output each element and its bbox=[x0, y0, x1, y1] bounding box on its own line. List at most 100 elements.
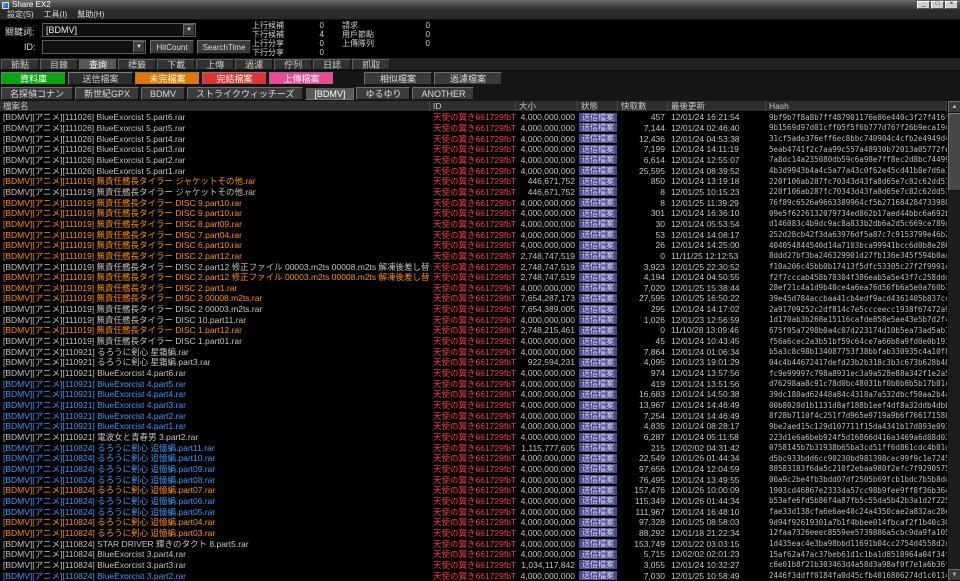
filter-button-upload[interactable]: 上傳檔案 bbox=[269, 72, 334, 85]
table-row[interactable]: [BDMV][アニメ][110824] るろうに剣心 追憶編.part04.ra… bbox=[0, 517, 947, 528]
vertical-scrollbar[interactable]: ▲ ▼ bbox=[947, 101, 960, 581]
filter-button-database[interactable]: 資料庫 bbox=[1, 72, 66, 85]
column-header-cache[interactable]: 快取數 bbox=[618, 101, 668, 111]
main-tab-catalog[interactable]: 目錄 bbox=[40, 59, 78, 70]
updated-cell: 12/01/24 14:46:49 bbox=[668, 411, 766, 421]
maximize-button[interactable]: □ bbox=[931, 1, 944, 9]
chevron-down-icon[interactable]: ▼ bbox=[133, 41, 145, 53]
table-row[interactable]: [BDMV][アニメ][111019] 無責任艦長タイラー DISC 2.par… bbox=[0, 251, 947, 262]
table-row[interactable]: [BDMV][アニメ][111019] 無責任艦長タイラー DISC 2.par… bbox=[0, 283, 947, 294]
query-tab-3[interactable]: ストライクウィッチーズ bbox=[187, 87, 303, 100]
table-row[interactable]: [BDMV][アニメ][110824] るろうに剣心 追憶編.part10.ra… bbox=[0, 453, 947, 464]
column-header-size[interactable]: 大小 bbox=[516, 101, 578, 111]
table-row[interactable]: [BDMV][アニメ][110824] STAR DRIVER 輝きのタクト 8… bbox=[0, 538, 947, 549]
main-tab-node[interactable]: 節點 bbox=[1, 59, 39, 70]
column-header-updated[interactable]: 最後更新 bbox=[668, 101, 766, 111]
keyword-combobox[interactable]: [BDMV] ▼ bbox=[42, 23, 196, 37]
cache-count-cell: 7,144 bbox=[618, 123, 668, 133]
main-tab-query[interactable]: 查詢 bbox=[79, 59, 117, 70]
table-row[interactable]: [BDMV][アニメ][110921] BlueExorcist 4.part3… bbox=[0, 400, 947, 411]
table-row[interactable]: [BDMV][アニメ][111026] BlueExorcist 5.part1… bbox=[0, 165, 947, 176]
table-row[interactable]: [BDMV][アニメ][111019] 無責任艦長タイラー ジャケットその他.r… bbox=[0, 176, 947, 187]
table-row[interactable]: [BDMV][アニメ][111019] 無責任艦長タイラー DISC 9.par… bbox=[0, 208, 947, 219]
table-row[interactable]: [BDMV][アニメ][110824] BlueExorcist 3.part3… bbox=[0, 560, 947, 571]
table-row[interactable]: [BDMV][アニメ][110921] るろうに剣心 星霜編.rar天使の翼き6… bbox=[0, 346, 947, 357]
similar-files-button[interactable]: 相似檔案 bbox=[364, 72, 432, 85]
table-row[interactable]: [BDMV][アニメ][110921] BlueExorcist 4.part2… bbox=[0, 410, 947, 421]
cache-count-cell: 26 bbox=[618, 240, 668, 250]
filter-button-complete[interactable]: 完結檔案 bbox=[202, 72, 267, 85]
hash-cell: 1d170ab3b268e15116cafde858e5ae43e5b7d2f4 bbox=[766, 315, 947, 324]
status-cell: 送信檔案 bbox=[578, 454, 618, 463]
table-row[interactable]: [BDMV][アニメ][110824] BlueExorcist 3.part4… bbox=[0, 549, 947, 560]
column-header-id[interactable]: ID bbox=[430, 101, 516, 111]
table-row[interactable]: [BDMV][アニメ][111019] 無責任艦長タイラー DISC 6.par… bbox=[0, 240, 947, 251]
scrollbar-thumb[interactable] bbox=[948, 113, 960, 191]
column-header-hash[interactable]: Hash bbox=[766, 101, 947, 111]
table-row[interactable]: [BDMV][アニメ][111019] 無責任艦長タイラー DISC 1.par… bbox=[0, 325, 947, 336]
main-tab-upload[interactable]: 上傳 bbox=[196, 59, 234, 70]
query-tab-5[interactable]: ゆるゆり bbox=[356, 87, 410, 100]
table-row[interactable]: [BDMV][アニメ][110921] BlueExorcist 4.part1… bbox=[0, 421, 947, 432]
table-row[interactable]: [BDMV][アニメ][110824] るろうに剣心 追憶編.part05.ra… bbox=[0, 506, 947, 517]
query-tab-4-active[interactable]: [BDMV] bbox=[305, 87, 354, 100]
cache-count-cell: 97,656 bbox=[618, 464, 668, 474]
searchtime-button[interactable]: SearchTime bbox=[197, 40, 251, 54]
table-row[interactable]: [BDMV][アニメ][110921] BlueExorcist 4.part5… bbox=[0, 378, 947, 389]
table-row[interactable]: [BDMV][アニメ][110921] るろうに剣心 星霜編.part3.rar… bbox=[0, 357, 947, 368]
table-row[interactable]: [BDMV][アニメ][110824] るろうに剣心 追憶編.part11.ra… bbox=[0, 442, 947, 453]
table-row[interactable]: [BDMV][アニメ][111026] BlueExorcist 5.part3… bbox=[0, 144, 947, 155]
table-row[interactable]: [BDMV][アニメ][111019] 無責任艦長タイラー DISC 9.par… bbox=[0, 197, 947, 208]
table-row[interactable]: [BDMV][アニメ][110824] るろうに剣心 追憶編.part09.ra… bbox=[0, 464, 947, 475]
main-tab-download[interactable]: 下載 bbox=[157, 59, 195, 70]
table-row[interactable]: [BDMV][アニメ][111019] 無責任艦長タイラー ジャケットその他.r… bbox=[0, 187, 947, 198]
table-row[interactable]: [BDMV][アニメ][111019] 無責任艦長タイラー DISC 2.par… bbox=[0, 261, 947, 272]
table-row[interactable]: [BDMV][アニメ][110824] るろうに剣心 追憶編.part07.ra… bbox=[0, 485, 947, 496]
size-cell: 4,000,000,000 bbox=[516, 496, 578, 506]
filter-button-sending[interactable]: 送信檔案 bbox=[68, 72, 133, 85]
main-tab-tag[interactable]: 標籤 bbox=[118, 59, 156, 70]
table-row[interactable]: [BDMV][アニメ][110824] るろうに剣心 追憶編.part08.ra… bbox=[0, 474, 947, 485]
minimize-button[interactable]: _ bbox=[917, 1, 930, 9]
menu-item-settings[interactable]: 設定(S) bbox=[3, 9, 38, 20]
menu-item-tools[interactable]: 工具(I) bbox=[40, 9, 72, 20]
close-button[interactable]: × bbox=[945, 1, 958, 9]
table-row[interactable]: [BDMV][アニメ][111019] 無責任艦長タイラー DISC 2.par… bbox=[0, 272, 947, 283]
table-row[interactable]: [BDMV][アニメ][110824] るろうに剣心 追憶編.part06.ra… bbox=[0, 496, 947, 507]
status-badge: 送信檔案 bbox=[579, 411, 617, 420]
table-row[interactable]: [BDMV][アニメ][111019] 無責任艦長タイラー DISC 8.par… bbox=[0, 219, 947, 230]
updated-cell: 12/01/24 02:46:40 bbox=[668, 123, 766, 133]
filter-files-button[interactable]: 過濾檔案 bbox=[434, 72, 502, 85]
table-row[interactable]: [BDMV][アニメ][111026] BlueExorcist 5.part4… bbox=[0, 133, 947, 144]
main-tab-filter[interactable]: 過濾 bbox=[235, 59, 273, 70]
main-tab-queue[interactable]: 佇列 bbox=[274, 59, 312, 70]
table-row[interactable]: [BDMV][アニメ][111019] 無責任艦長タイラー DISC 2 000… bbox=[0, 293, 947, 304]
table-row[interactable]: [BDMV][アニメ][111019] 無責任艦長タイラー DISC 2 000… bbox=[0, 304, 947, 315]
filter-button-incomplete[interactable]: 未完檔案 bbox=[135, 72, 200, 85]
scrollbar-down-icon[interactable]: ▼ bbox=[948, 569, 960, 581]
query-tab-2[interactable]: BDMV bbox=[141, 87, 185, 100]
table-row[interactable]: [BDMV][アニメ][111019] 無責任艦長タイラー DISC 1.par… bbox=[0, 336, 947, 347]
table-row[interactable]: [BDMV][アニメ][110824] るろうに剣心 追憶編.part03.ra… bbox=[0, 528, 947, 539]
scrollbar-up-icon[interactable]: ▲ bbox=[948, 101, 960, 113]
table-row[interactable]: [BDMV][アニメ][111026] BlueExorcist 5.part5… bbox=[0, 123, 947, 134]
chevron-down-icon[interactable]: ▼ bbox=[183, 24, 195, 36]
table-row[interactable]: [BDMV][アニメ][111026] BlueExorcist 5.part2… bbox=[0, 155, 947, 166]
table-row[interactable]: [BDMV][アニメ][111019] 無責任艦長タイラー DISC 10.pa… bbox=[0, 314, 947, 325]
hitcount-button[interactable]: HitCount bbox=[150, 40, 194, 54]
menu-item-help[interactable]: 幫助(H) bbox=[73, 9, 108, 20]
query-tab-1[interactable]: 新世紀GPX bbox=[75, 87, 139, 100]
table-row[interactable]: [BDMV][アニメ][111019] 無責任艦長タイラー DISC 7.par… bbox=[0, 229, 947, 240]
main-tab-log[interactable]: 日誌 bbox=[313, 59, 351, 70]
column-header-status[interactable]: 狀態 bbox=[578, 101, 618, 111]
query-tab-6[interactable]: ANOTHER bbox=[412, 87, 474, 100]
table-row[interactable]: [BDMV][アニメ][111026] BlueExorcist 5.part6… bbox=[0, 112, 947, 123]
table-row[interactable]: [BDMV][アニメ][110921] BlueExorcist 4.part6… bbox=[0, 368, 947, 379]
column-header-filename[interactable]: 檔案名 bbox=[0, 101, 430, 111]
main-tab-search[interactable]: 抓取 bbox=[352, 59, 390, 70]
table-row[interactable]: [BDMV][アニメ][110824] BlueExorcist 3.part2… bbox=[0, 570, 947, 581]
id-combobox[interactable]: ▼ bbox=[42, 40, 146, 54]
table-row[interactable]: [BDMV][アニメ][110921] BlueExorcist 4.part4… bbox=[0, 389, 947, 400]
table-row[interactable]: [BDMV][アニメ][110921] 電波女と青春男 3.part2.rar天… bbox=[0, 432, 947, 443]
query-tab-0[interactable]: 名探偵コナン bbox=[1, 87, 73, 100]
